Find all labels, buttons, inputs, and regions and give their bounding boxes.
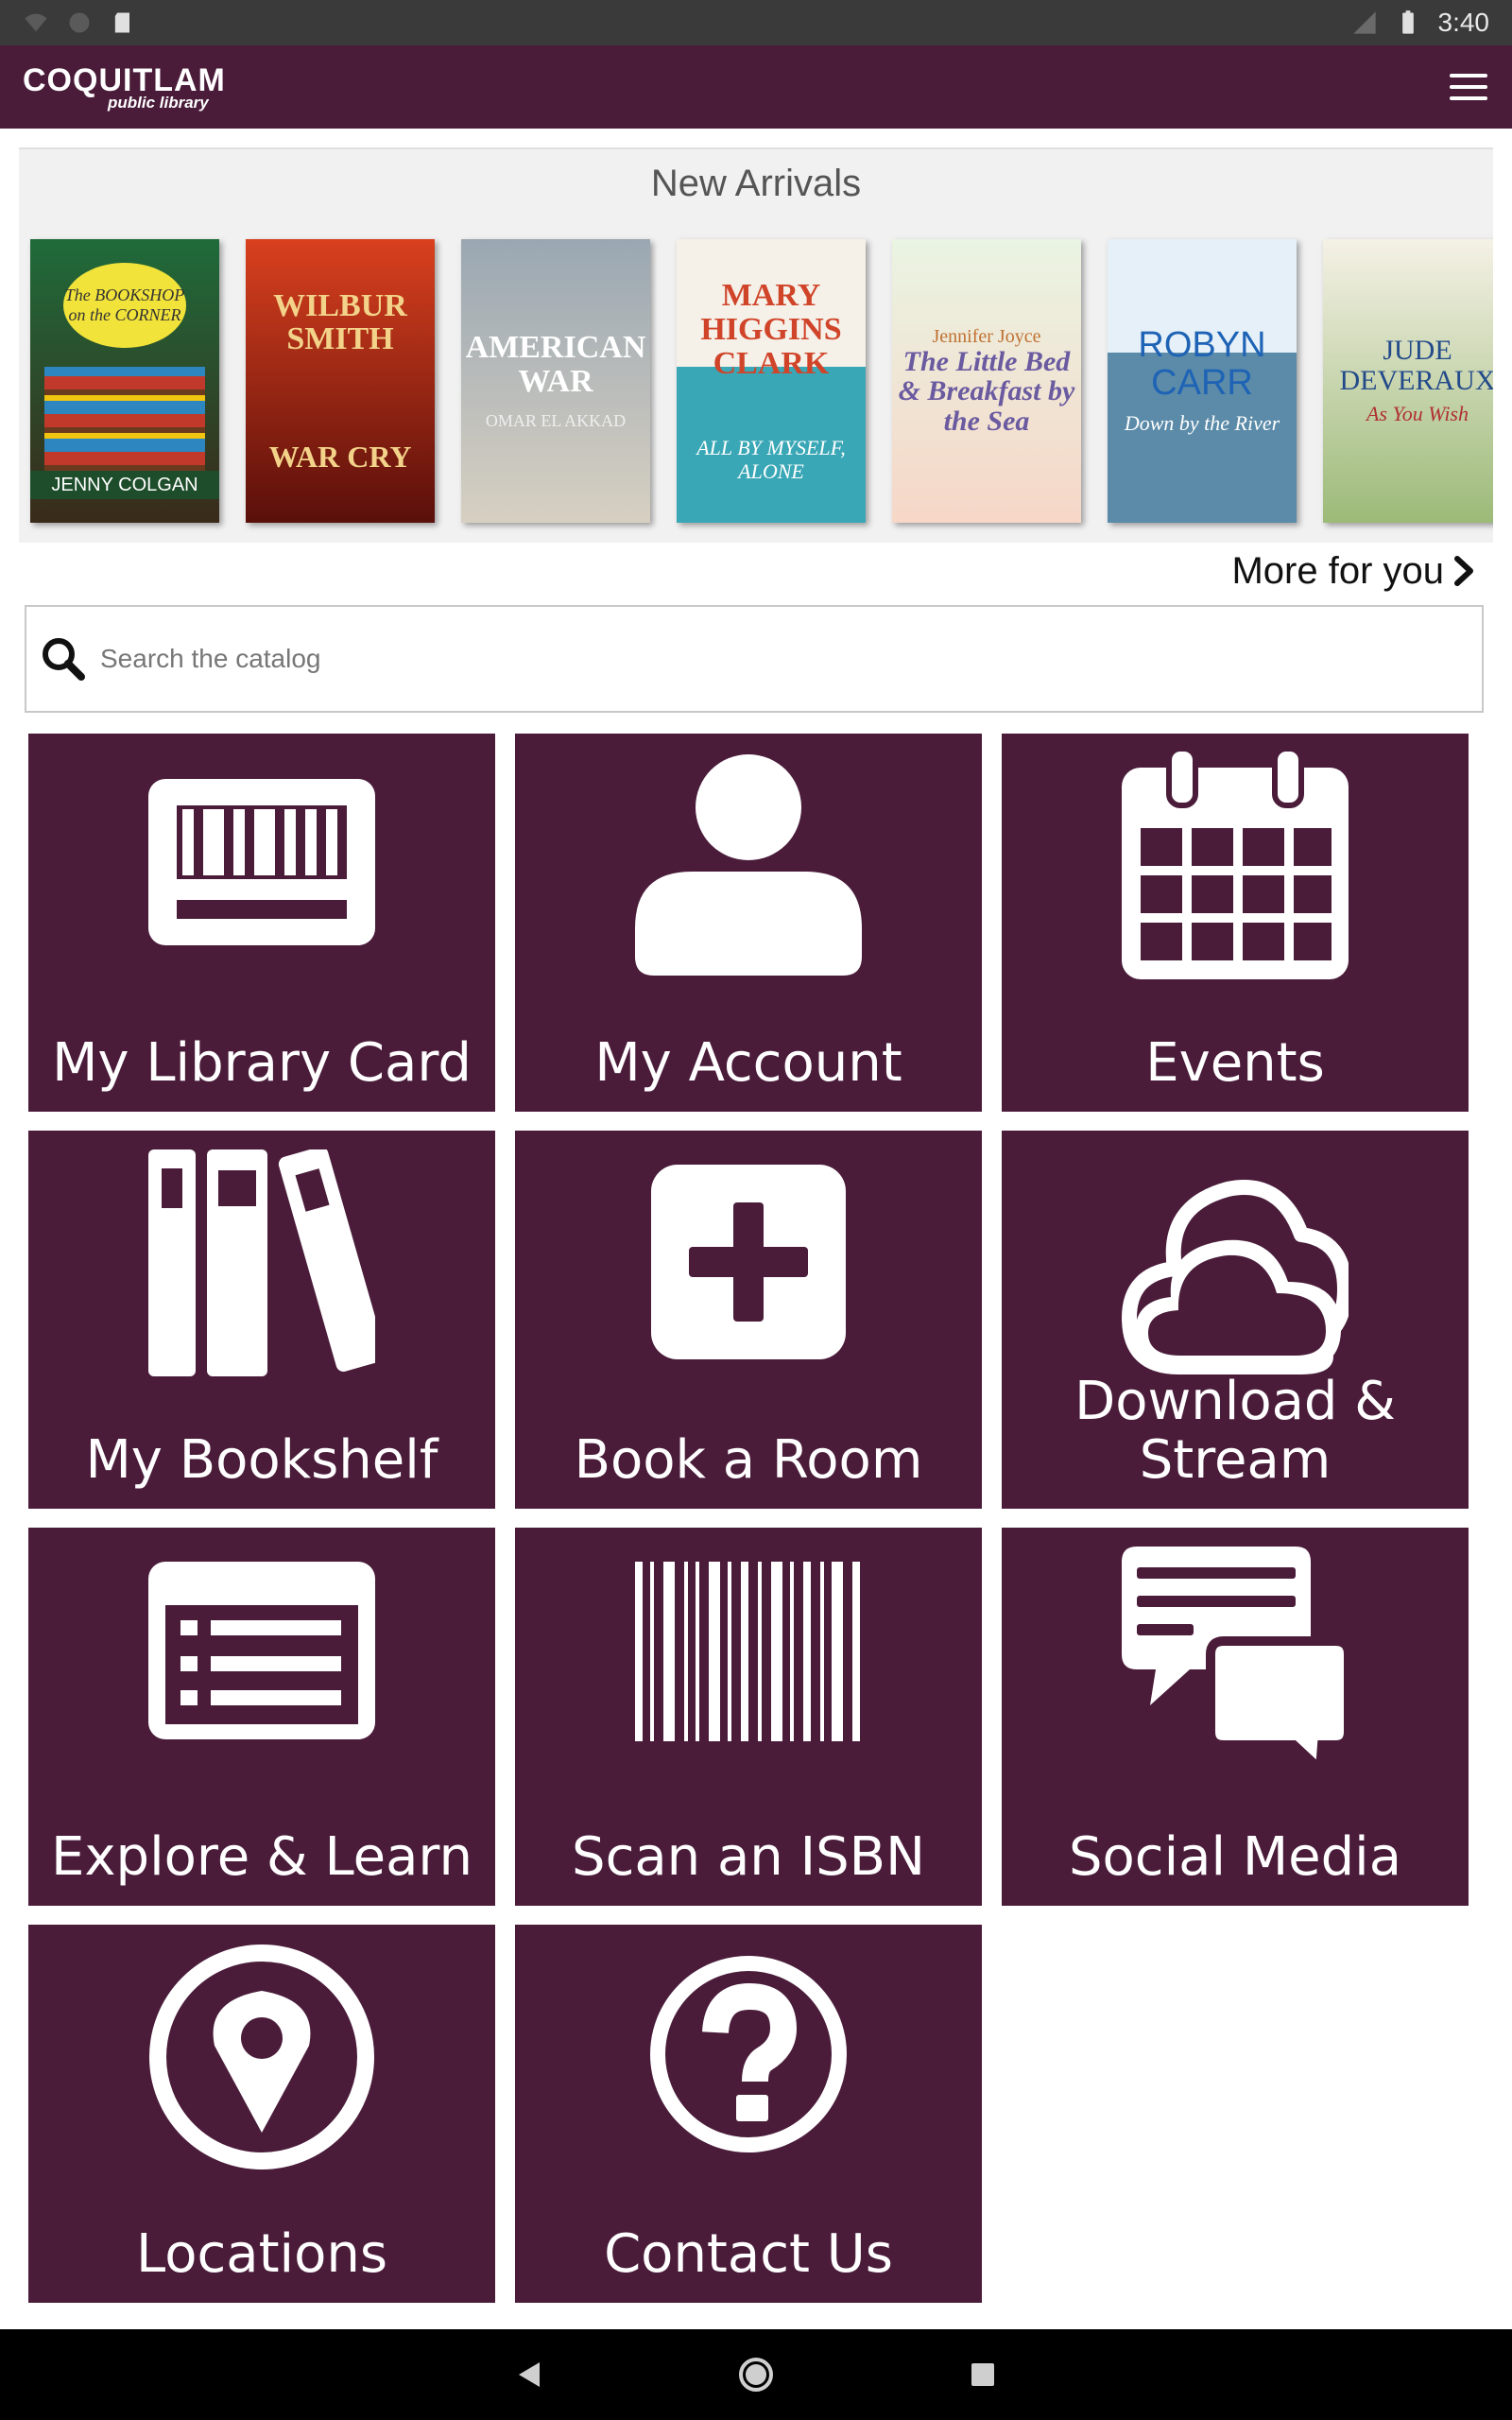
hamburger-line: [1450, 96, 1487, 100]
tile-label: Book a Room: [574, 1429, 923, 1491]
tile-label: My Account: [594, 1032, 902, 1094]
tile-label: Social Media: [1068, 1826, 1402, 1888]
book-title: AMERICAN WAR: [465, 330, 646, 400]
search-icon[interactable]: [40, 635, 87, 683]
book-title: The Little Bed & Breakfast by the Sea: [898, 345, 1075, 437]
plus-square-icon: [651, 1165, 846, 1359]
tile-label: Events: [1145, 1032, 1325, 1094]
feature-tile-grid: My Library Card My Account Events My Boo…: [28, 734, 1469, 2303]
wifi-icon: [25, 13, 47, 32]
chat-bubbles-icon: [1122, 1547, 1349, 1773]
logo-sub-text: public library: [108, 93, 209, 112]
recents-icon: [971, 2363, 994, 2386]
question-circle-icon: [650, 1956, 847, 2152]
more-for-you-label: More for you: [1231, 549, 1444, 592]
tile-book-a-room[interactable]: Book a Room: [515, 1131, 982, 1509]
list-card-icon: [148, 1562, 375, 1739]
back-icon: [519, 2362, 540, 2387]
cover-art: [44, 367, 205, 471]
hamburger-icon[interactable]: [1448, 70, 1489, 104]
system-nav-bar: [0, 2329, 1512, 2420]
book-cover[interactable]: WILBUR SMITH WAR CRY: [246, 239, 435, 523]
tile-explore-learn[interactable]: Explore & Learn: [28, 1528, 495, 1906]
book-author: Jennifer Joyce: [932, 325, 1041, 347]
status-time: 3:40: [1437, 8, 1490, 37]
tile-scan-isbn[interactable]: Scan an ISBN: [515, 1528, 982, 1906]
map-pin-icon: [149, 1945, 374, 2169]
tile-events[interactable]: Events: [1002, 734, 1469, 1112]
recents-button[interactable]: [964, 2356, 1002, 2394]
logo-main-text: COQUITLAM: [23, 61, 226, 98]
tile-contact-us[interactable]: Contact Us: [515, 1925, 982, 2303]
new-arrivals-carousel: New Arrivals The BOOKSHOP on the CORNER …: [19, 147, 1493, 543]
book-covers: The BOOKSHOP on the CORNER JENNY COLGAN …: [30, 239, 1493, 523]
book-author: JENNY COLGAN: [30, 471, 219, 499]
library-logo[interactable]: COQUITLAM public library: [23, 64, 226, 111]
barcode-icon: [635, 1562, 860, 1741]
book-cover[interactable]: AMERICAN WAR OMAR EL AKKAD: [461, 239, 650, 523]
book-author: WAR CRY: [268, 439, 412, 474]
cloud-icon: [1122, 1180, 1349, 1374]
signal-icon: [1352, 11, 1376, 34]
hamburger-line: [1450, 85, 1487, 89]
tile-my-account[interactable]: My Account: [515, 734, 982, 1112]
books-icon: [148, 1150, 375, 1376]
tile-my-library-card[interactable]: My Library Card: [28, 734, 495, 1112]
circle-icon: [69, 12, 90, 33]
sd-card-icon: [114, 12, 129, 33]
book-cover[interactable]: The BOOKSHOP on the CORNER JENNY COLGAN: [30, 239, 219, 523]
book-title: ROBYN CARR: [1138, 325, 1266, 403]
tile-social-media[interactable]: Social Media: [1002, 1528, 1469, 1906]
book-title: The BOOKSHOP on the CORNER: [63, 263, 186, 348]
home-button[interactable]: [737, 2356, 775, 2394]
catalog-search-input[interactable]: [98, 621, 1469, 697]
app-bar: COQUITLAM public library: [0, 45, 1512, 129]
chevron-right-icon: [1454, 556, 1473, 586]
book-cover[interactable]: Jennifer Joyce The Little Bed & Breakfas…: [892, 239, 1081, 523]
calendar-icon: [1122, 749, 1349, 979]
status-right: 3:40: [1351, 8, 1490, 38]
book-title: JUDE DEVERAUX: [1339, 335, 1494, 396]
book-cover[interactable]: MARY HIGGINS CLARK ALL BY MYSELF, ALONE: [677, 239, 866, 523]
status-bar: 3:40: [0, 0, 1512, 45]
book-author: Down by the River: [1124, 410, 1280, 435]
tile-label: Download & Stream: [1074, 1371, 1396, 1491]
user-icon: [635, 754, 862, 976]
book-title: WILBUR SMITH: [273, 287, 407, 357]
tile-label: My Library Card: [52, 1032, 472, 1094]
catalog-search-bar: [25, 605, 1484, 713]
book-cover[interactable]: JUDE DEVERAUX As You Wish: [1323, 239, 1493, 523]
back-button[interactable]: [510, 2356, 548, 2394]
tile-label: Locations: [135, 2223, 388, 2285]
home-icon: [739, 2358, 773, 2392]
book-author: OMAR EL AKKAD: [485, 410, 627, 430]
status-left: [23, 9, 136, 36]
new-arrivals-title: New Arrivals: [650, 163, 862, 204]
tile-label: My Bookshelf: [85, 1429, 438, 1491]
hamburger-line: [1450, 74, 1487, 78]
book-author: ALL BY MYSELF, ALONE: [696, 436, 846, 483]
tile-label: Explore & Learn: [51, 1826, 472, 1888]
book-cover[interactable]: ROBYN CARR Down by the River: [1108, 239, 1297, 523]
tile-my-bookshelf[interactable]: My Bookshelf: [28, 1131, 495, 1509]
library-card-icon: [148, 779, 375, 945]
book-author: As You Wish: [1366, 402, 1469, 426]
tile-locations[interactable]: Locations: [28, 1925, 495, 2303]
tile-label: Contact Us: [604, 2223, 893, 2285]
battery-icon: [1401, 10, 1414, 34]
tile-label: Scan an ISBN: [572, 1826, 925, 1888]
tile-download-stream[interactable]: Download & Stream: [1002, 1131, 1469, 1509]
book-title: MARY HIGGINS CLARK: [700, 278, 842, 381]
more-for-you-link[interactable]: More for you: [1231, 543, 1474, 599]
